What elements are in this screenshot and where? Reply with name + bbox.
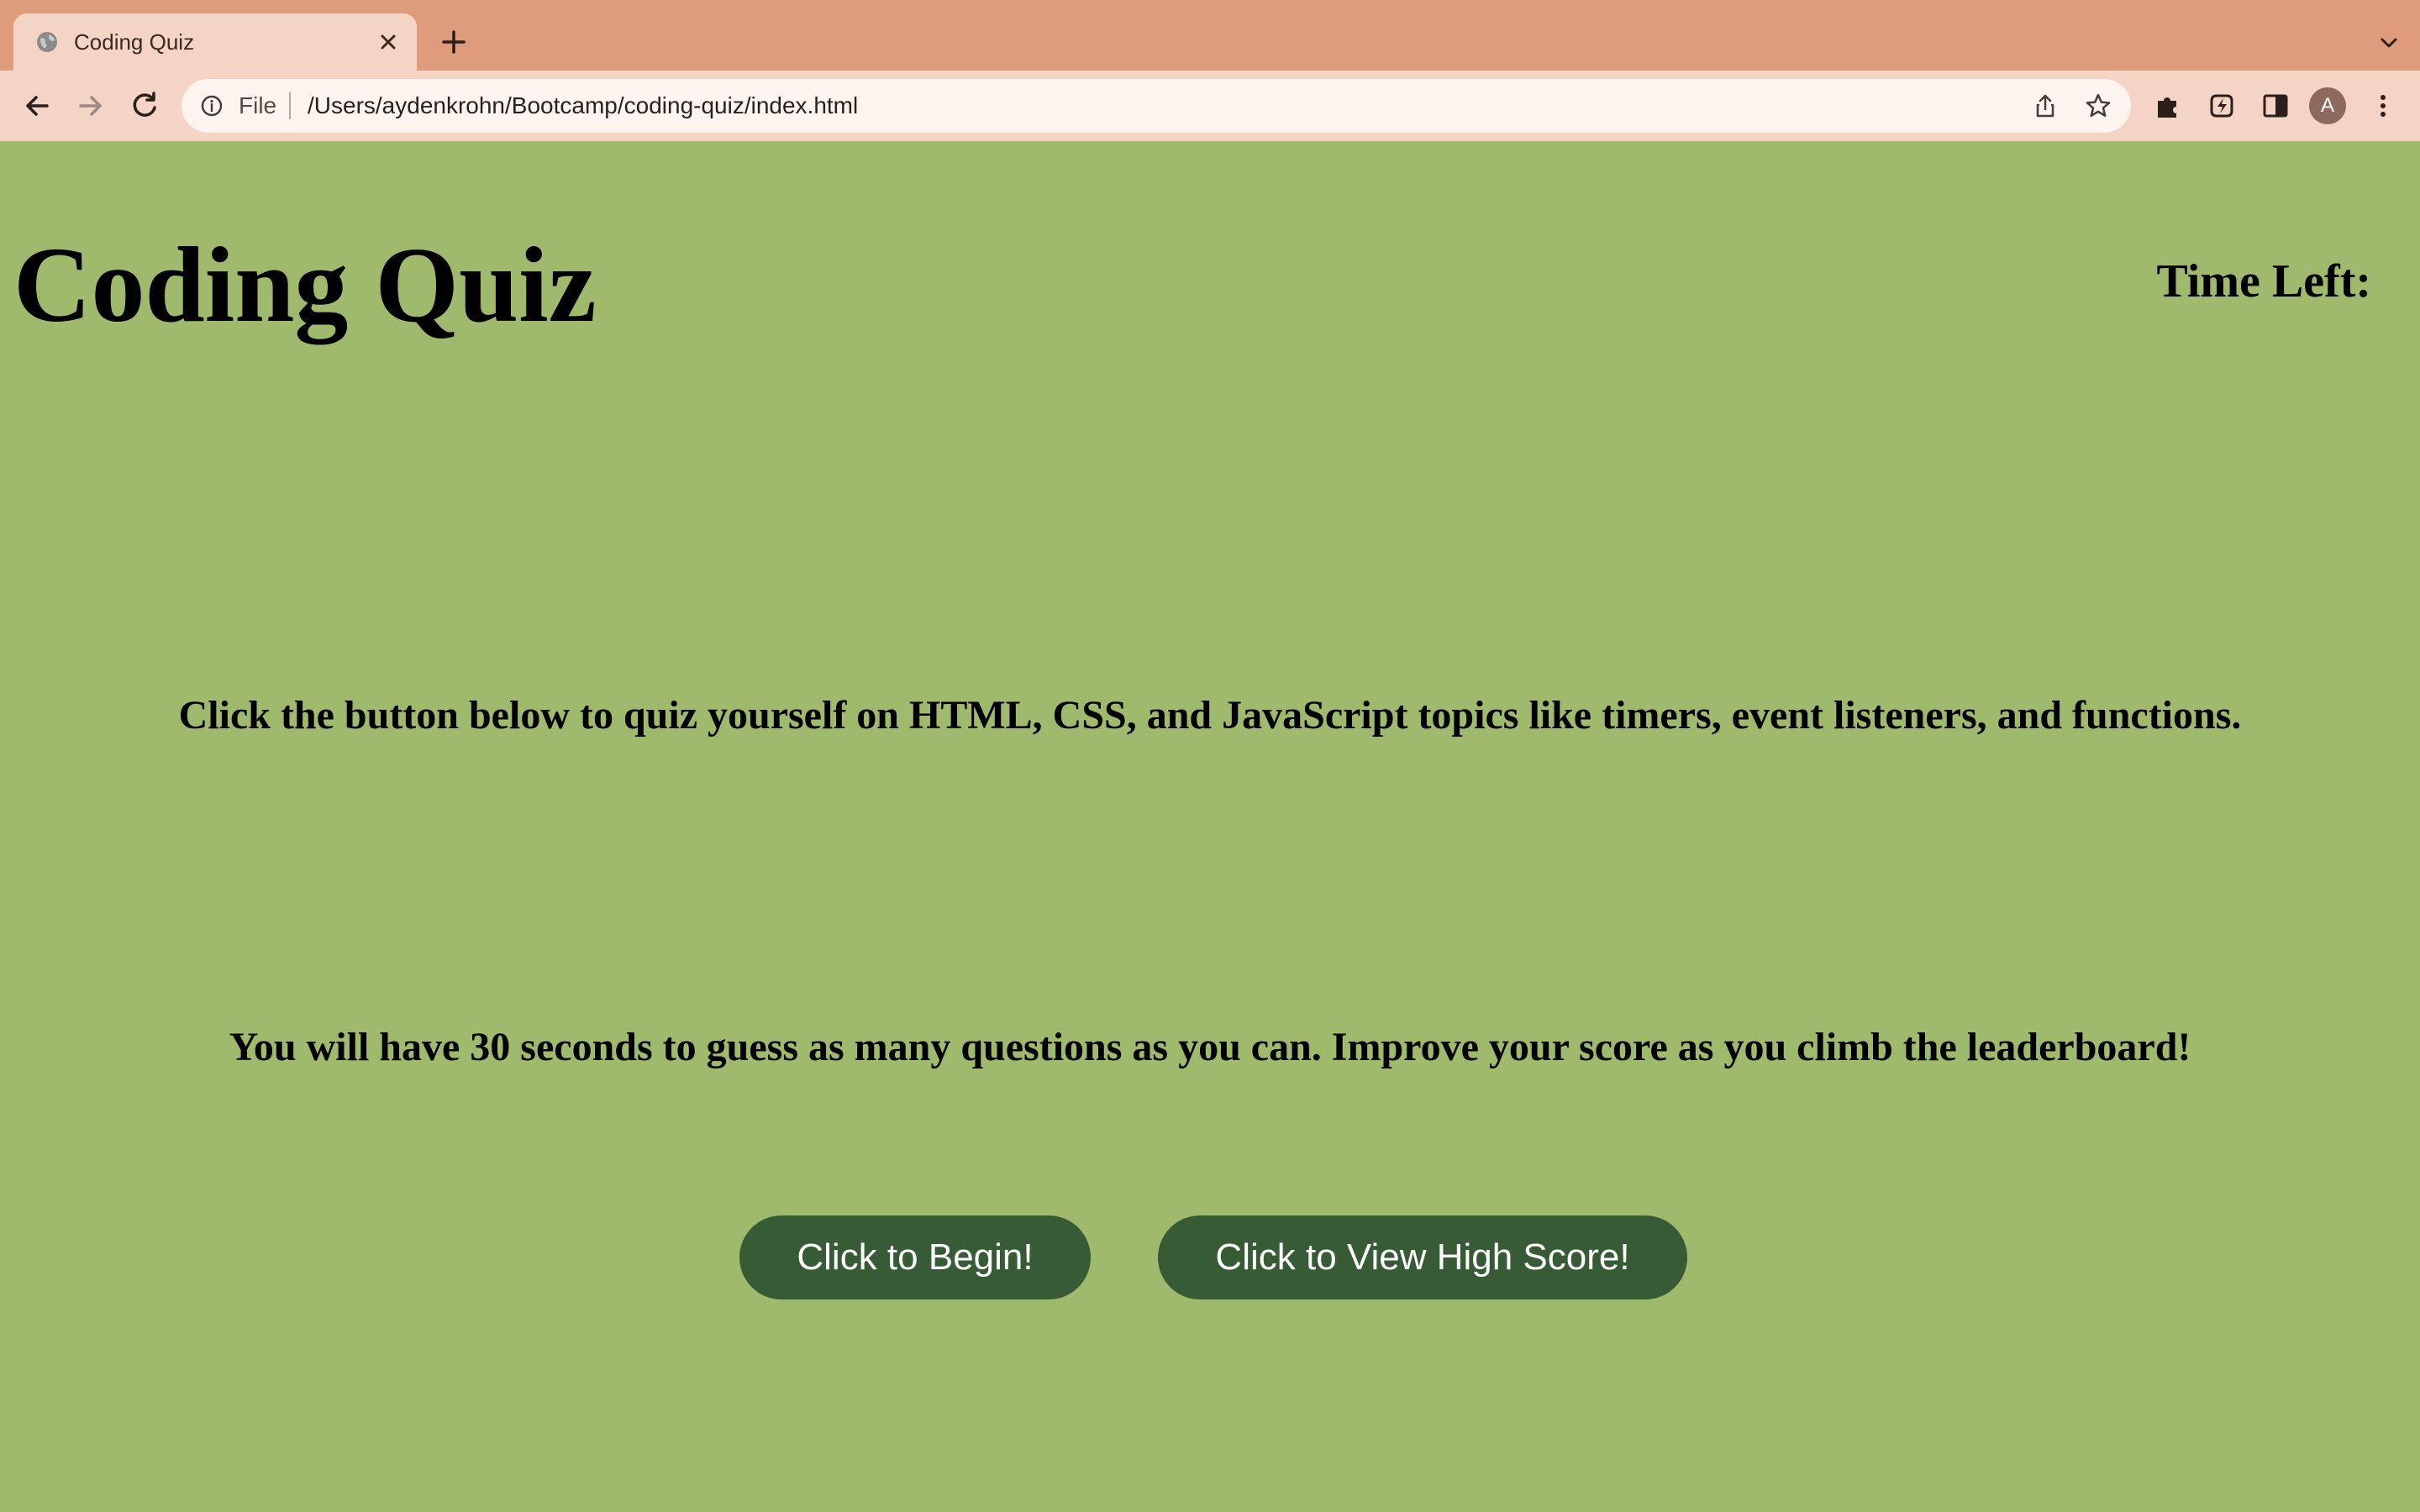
share-icon[interactable] — [2032, 92, 2059, 119]
globe-icon — [37, 32, 57, 52]
kebab-menu-icon[interactable] — [2366, 89, 2400, 123]
page-title: Coding Quiz — [13, 225, 597, 344]
profile-avatar[interactable]: A — [2309, 87, 2346, 124]
url-text[interactable]: /Users/aydenkrohn/Bootcamp/coding-quiz/i… — [308, 92, 858, 120]
tab-title: Coding Quiz — [74, 29, 195, 55]
close-icon[interactable] — [375, 29, 402, 55]
reload-icon[interactable] — [126, 87, 163, 124]
info-icon[interactable] — [200, 94, 224, 118]
extension-icon[interactable] — [2205, 89, 2238, 123]
rules-text: You will have 30 seconds to guess as man… — [229, 1025, 2191, 1069]
tab-strip: Coding Quiz — [0, 0, 2420, 71]
view-high-score-button[interactable]: Click to View High Score! — [1158, 1215, 1687, 1299]
bookmark-star-icon[interactable] — [2084, 92, 2112, 120]
tab-coding-quiz[interactable]: Coding Quiz — [13, 13, 417, 71]
timer-label: Time Left: — [2156, 255, 2371, 307]
address-divider — [289, 92, 291, 119]
extensions-puzzle-icon[interactable] — [2151, 89, 2185, 123]
address-bar[interactable]: File /Users/aydenkrohn/Bootcamp/coding-q… — [182, 79, 2131, 133]
scheme-label: File — [239, 92, 277, 118]
page-content: Coding Quiz Time Left: Click the button … — [0, 141, 2420, 1512]
chevron-down-icon[interactable] — [2375, 29, 2403, 57]
new-tab-icon[interactable] — [437, 25, 471, 59]
forward-arrow-icon[interactable] — [72, 87, 109, 124]
back-arrow-icon[interactable] — [18, 87, 55, 124]
begin-quiz-button[interactable]: Click to Begin! — [739, 1215, 1091, 1299]
intro-text: Click the button below to quiz yourself … — [178, 693, 2242, 738]
browser-toolbar: File /Users/aydenkrohn/Bootcamp/coding-q… — [0, 71, 2420, 141]
side-panel-icon[interactable] — [2259, 89, 2292, 123]
